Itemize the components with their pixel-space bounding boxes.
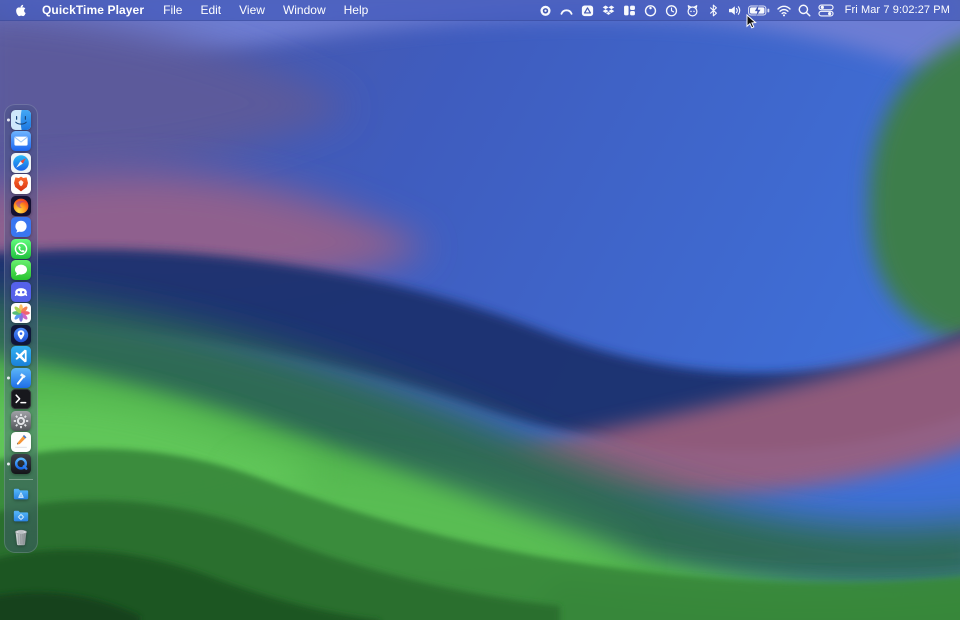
volume-icon[interactable]	[726, 2, 744, 18]
firefox-icon	[11, 196, 31, 216]
search-glyph	[797, 3, 812, 18]
cat-icon[interactable]	[684, 2, 702, 18]
menu-bar-left: QuickTime Player File Edit View Window H…	[10, 3, 377, 18]
wifi-icon[interactable]	[775, 2, 793, 18]
timer-icon[interactable]	[642, 2, 660, 18]
dock-item-quicktime-player[interactable]	[5, 453, 37, 475]
safari-icon	[11, 153, 31, 173]
terminal-icon	[11, 389, 31, 409]
battery-glyph	[747, 3, 771, 18]
dock-item-finder[interactable]	[5, 109, 37, 131]
wifi-glyph	[776, 3, 792, 18]
dock-item-utilities-folder[interactable]	[5, 505, 37, 527]
arc-icon[interactable]	[558, 2, 576, 18]
dock-item-photos[interactable]	[5, 303, 37, 325]
apple-logo-icon	[14, 3, 27, 18]
dock-item-terminal[interactable]	[5, 389, 37, 411]
clock-glyph	[664, 3, 679, 18]
running-indicator	[7, 462, 10, 465]
bluetooth-icon[interactable]	[705, 2, 723, 18]
dock-item-brave[interactable]	[5, 174, 37, 196]
window-manager-glyph	[622, 3, 637, 18]
dock-item-pages[interactable]	[5, 432, 37, 454]
menu-bar-status-area: Fri Mar 7 9:02:27 PM	[537, 2, 950, 18]
menu-edit[interactable]: Edit	[191, 3, 230, 17]
battery-icon[interactable]	[747, 2, 772, 18]
arc-glyph	[559, 3, 574, 18]
screen-capture-icon[interactable]	[579, 2, 597, 18]
timer-glyph	[643, 3, 658, 18]
dock-item-mail[interactable]	[5, 131, 37, 153]
dock-item-system-settings[interactable]	[5, 410, 37, 432]
running-indicator	[7, 118, 10, 121]
menu-file[interactable]: File	[154, 3, 191, 17]
vscode-icon	[11, 346, 31, 366]
photos-icon	[11, 303, 31, 323]
record-dot-glyph	[538, 3, 553, 18]
finder-icon	[11, 110, 31, 130]
dock-item-trash[interactable]	[5, 527, 37, 549]
running-indicator	[7, 376, 10, 379]
xcode-icon	[11, 368, 31, 388]
dock-divider	[9, 479, 33, 480]
dropbox-glyph	[601, 3, 616, 18]
dock-item-xcode[interactable]	[5, 367, 37, 389]
screen-capture-glyph	[580, 3, 595, 18]
control-center-glyph	[818, 3, 834, 18]
menu-window[interactable]: Window	[274, 3, 335, 17]
dock-item-maps[interactable]	[5, 324, 37, 346]
discord-icon	[11, 282, 31, 302]
trash-icon	[11, 527, 31, 547]
active-app-name[interactable]: QuickTime Player	[42, 3, 144, 17]
menubar-clock[interactable]: Fri Mar 7 9:02:27 PM	[845, 4, 950, 16]
dock-item-applications-folder[interactable]	[5, 484, 37, 506]
dock-item-whatsapp[interactable]	[5, 238, 37, 260]
clock-icon[interactable]	[663, 2, 681, 18]
dock	[4, 104, 38, 553]
spotlight-search-icon[interactable]	[796, 2, 814, 18]
menu-bar: QuickTime Player File Edit View Window H…	[0, 0, 960, 21]
mail-icon	[11, 131, 31, 151]
system-settings-icon	[11, 411, 31, 431]
dock-item-vscode[interactable]	[5, 346, 37, 368]
applications-folder-icon	[11, 484, 31, 504]
messages-icon	[11, 260, 31, 280]
menu-help[interactable]: Help	[335, 3, 378, 17]
dock-item-messages[interactable]	[5, 260, 37, 282]
apple-menu[interactable]	[14, 3, 28, 18]
dock-item-safari[interactable]	[5, 152, 37, 174]
desktop-wallpaper	[0, 0, 960, 620]
whatsapp-icon	[11, 239, 31, 259]
maps-pin-icon	[11, 325, 31, 345]
desktop[interactable]	[0, 0, 960, 620]
signal-icon	[11, 217, 31, 237]
dock-item-discord[interactable]	[5, 281, 37, 303]
window-manager-icon[interactable]	[621, 2, 639, 18]
utilities-folder-icon	[11, 506, 31, 526]
menu-view[interactable]: View	[230, 3, 274, 17]
record-dot-icon[interactable]	[537, 2, 555, 18]
bluetooth-glyph	[707, 3, 720, 18]
dropbox-icon[interactable]	[600, 2, 618, 18]
dock-item-signal[interactable]	[5, 217, 37, 239]
pages-icon	[11, 432, 31, 452]
cat-glyph	[685, 3, 700, 18]
dock-item-firefox[interactable]	[5, 195, 37, 217]
volume-glyph	[727, 3, 743, 18]
brave-icon	[11, 174, 31, 194]
quicktime-icon	[11, 454, 31, 474]
control-center-icon[interactable]	[817, 2, 835, 18]
